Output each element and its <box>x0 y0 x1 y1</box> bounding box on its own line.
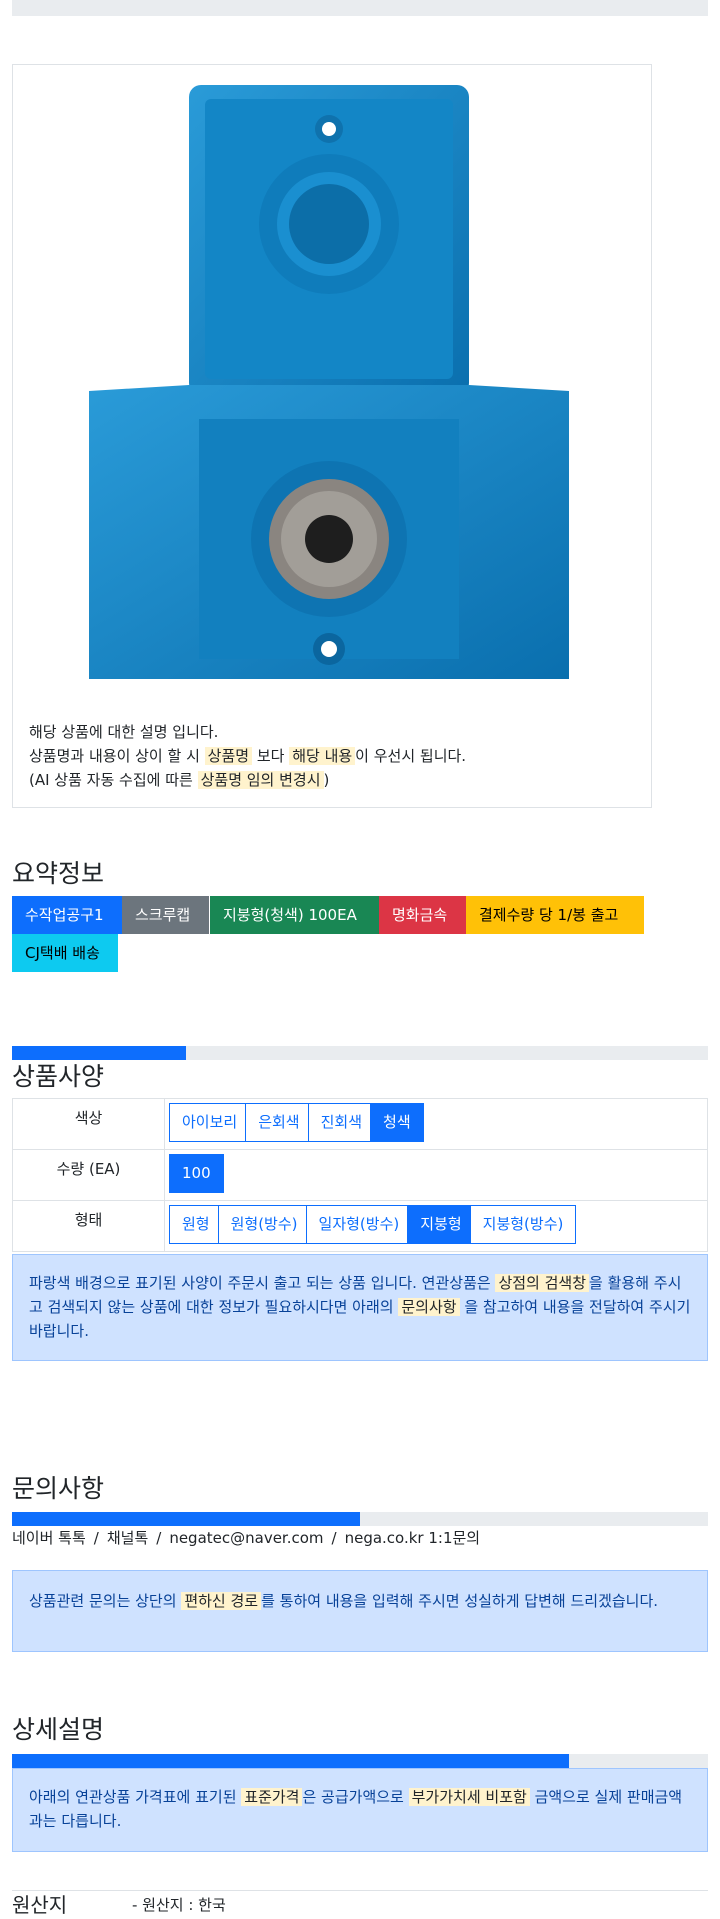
spec-option-button[interactable]: 진회색 <box>307 1103 376 1142</box>
spec-row-options: 아이보리 은회색 진회색 청색 <box>164 1098 708 1150</box>
product-description: 해당 상품에 대한 설명 입니다. 상품명과 내용이 상이 할 시 상품명 보다… <box>29 720 629 792</box>
spec-row: 색상 아이보리 은회색 진회색 청색 <box>12 1098 708 1150</box>
spec-row: 형태 원형 원형(방수) 일자형(방수) 지붕형 지붕형(방수) <box>12 1200 708 1252</box>
spec-row-options: 원형 원형(방수) 일자형(방수) 지붕형 지붕형(방수) <box>164 1200 708 1252</box>
contact-separator: / <box>93 1529 99 1547</box>
summary-badge: 수작업공구1 <box>12 896 122 934</box>
origin-label: 원산지 <box>12 1893 68 1917</box>
description-line-2: 상품명과 내용이 상이 할 시 상품명 보다 해당 내용 이 우선시 됩니다. <box>29 747 467 765</box>
spec-option-button[interactable]: 지붕형(방수) <box>469 1205 577 1244</box>
highlight-search: 상점의 검색창 <box>495 1274 590 1292</box>
highlight-rename: 상품명 임의 변경시 <box>197 771 324 789</box>
contact-link[interactable]: nega.co.kr 1:1문의 <box>345 1529 481 1547</box>
product-image-card <box>12 64 652 808</box>
highlight-vat: 부가가치세 비포함 <box>408 1788 530 1806</box>
spec-option-button[interactable]: 아이보리 <box>169 1103 251 1142</box>
spec-option-button[interactable]: 원형(방수) <box>217 1205 311 1244</box>
spec-progress <box>12 1046 708 1060</box>
spec-progress-fill <box>12 1046 186 1060</box>
spec-option-button[interactable]: 100 <box>169 1154 224 1193</box>
origin-divider <box>12 1890 708 1891</box>
spec-row: 수량 (EA) 100 <box>12 1149 708 1201</box>
contact-separator: / <box>156 1529 162 1547</box>
contact-link[interactable]: 채널톡 <box>107 1529 148 1547</box>
highlight-product-name: 상품명 <box>204 747 253 765</box>
inquiry-progress <box>12 1512 708 1526</box>
spec-row-label: 형태 <box>12 1200 165 1252</box>
spec-option-button[interactable]: 청색 <box>370 1103 424 1142</box>
origin-value: - 원산지 : 한국 <box>132 1896 226 1914</box>
summary-badge: CJ택배 배송 <box>12 934 118 972</box>
summary-badge: 스크루캡 <box>122 896 209 934</box>
spec-option-button[interactable]: 원형 <box>169 1205 223 1244</box>
description-line-1: 해당 상품에 대한 설명 입니다. <box>29 723 219 741</box>
top-divider-bar <box>12 0 708 16</box>
product-photo <box>89 85 569 679</box>
spec-title: 상품사양 <box>12 1062 105 1091</box>
detail-title: 상세설명 <box>12 1715 105 1744</box>
spec-option-button[interactable]: 일자형(방수) <box>305 1205 413 1244</box>
inquiry-progress-fill <box>12 1512 360 1526</box>
description-line-3: (AI 상품 자동 수집에 따른 상품명 임의 변경시) <box>29 771 330 789</box>
spec-option-button[interactable]: 은회색 <box>245 1103 313 1142</box>
detail-notice: 아래의 연관상품 가격표에 표기된 표준가격 은 공급가액으로 부가가치세 비포함… <box>12 1768 708 1852</box>
spec-row-label: 수량 (EA) <box>12 1149 165 1201</box>
summary-badge: 결제수량 당 1/봉 출고 <box>466 896 644 934</box>
summary-badge: 지붕형(청색) 100EA <box>210 896 379 934</box>
highlight-standard-price: 표준가격 <box>241 1788 303 1806</box>
highlight-inquiry: 문의사항 <box>398 1298 460 1316</box>
inquiry-title: 문의사항 <box>12 1474 105 1503</box>
detail-progress <box>12 1754 708 1768</box>
highlight-content: 해당 내용 <box>289 747 356 765</box>
contact-separator: / <box>331 1529 337 1547</box>
spec-row-options: 100 <box>164 1149 708 1201</box>
spec-row-label: 색상 <box>12 1098 165 1150</box>
contact-link[interactable]: 네이버 톡톡 <box>12 1529 86 1547</box>
highlight-route: 편하신 경로 <box>181 1592 262 1610</box>
summary-title: 요약정보 <box>12 859 105 888</box>
summary-badge: 명화금속 <box>379 896 466 934</box>
spec-table: 색상 아이보리 은회색 진회색 청색 수량 (EA) 100 형태 원형 원형(방수) 일자형(방수… <box>12 1098 708 1252</box>
contact-link[interactable]: negatec@naver.com <box>169 1529 323 1547</box>
inquiry-notice: 상품관련 문의는 상단의 편하신 경로 를 통하여 내용을 입력해 주시면 성실하… <box>12 1570 708 1652</box>
detail-progress-fill <box>12 1754 569 1768</box>
contact-links: 네이버 톡톡 / 채널톡 / negatec@naver.com / nega.co.kr … <box>12 1526 480 1550</box>
spec-option-button[interactable]: 지붕형 <box>407 1205 475 1244</box>
spec-notice: 파랑색 배경으로 표기된 사양이 주문시 출고 되는 상품 입니다. 연관상품은… <box>12 1254 708 1361</box>
